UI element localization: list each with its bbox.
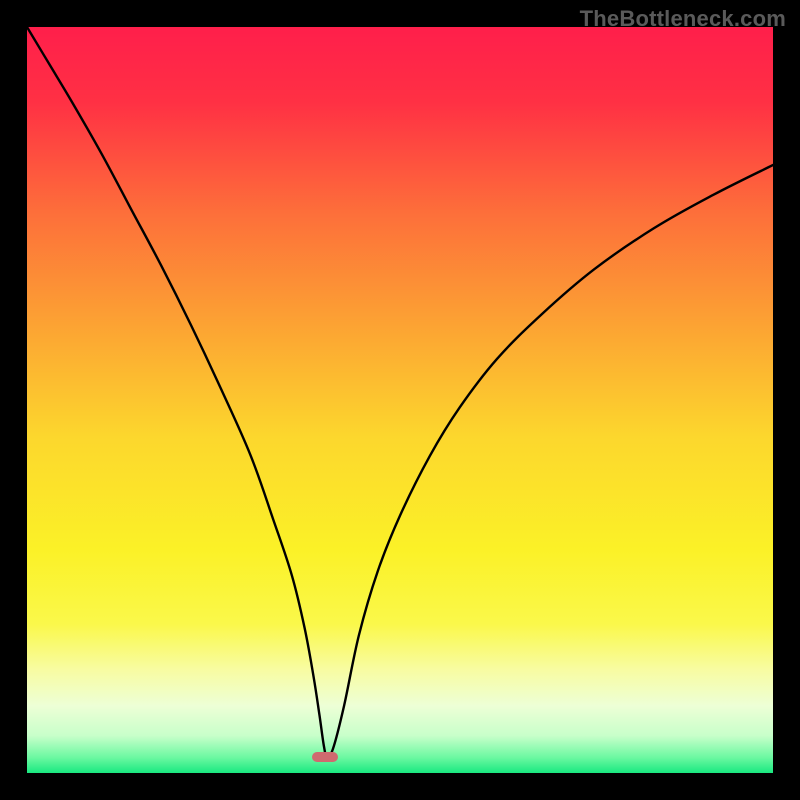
- watermark-text: TheBottleneck.com: [580, 6, 786, 32]
- plot-area: [27, 27, 773, 773]
- minimum-marker: [312, 752, 338, 762]
- bottleneck-curve: [27, 27, 773, 773]
